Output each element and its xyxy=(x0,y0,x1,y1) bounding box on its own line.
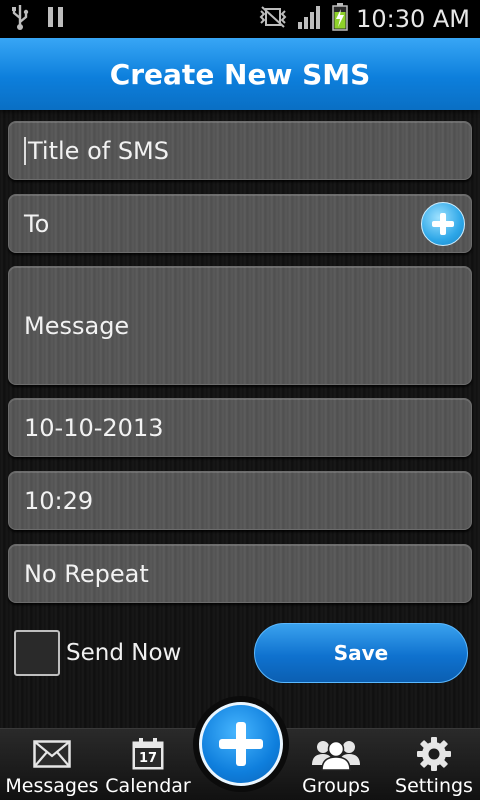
date-value: 10-10-2013 xyxy=(24,413,164,442)
date-field[interactable]: 10-10-2013 xyxy=(8,398,472,457)
tab-settings-label: Settings xyxy=(395,775,473,797)
add-sms-button[interactable] xyxy=(193,696,289,792)
battery-charging-icon xyxy=(332,2,348,36)
text-cursor xyxy=(24,136,26,165)
usb-icon xyxy=(10,4,30,35)
header-bar: Create New SMS xyxy=(0,38,480,110)
tab-settings[interactable]: Settings xyxy=(388,729,480,800)
status-right: 10:30 AM xyxy=(258,2,470,36)
repeat-selector[interactable]: No Repeat xyxy=(8,544,472,603)
time-value: 10:29 xyxy=(24,486,94,515)
status-bar: 10:30 AM xyxy=(0,0,480,38)
envelope-icon xyxy=(33,733,71,775)
message-field[interactable]: Message xyxy=(8,266,472,385)
groups-icon xyxy=(311,733,361,775)
send-now-checkbox[interactable] xyxy=(14,630,60,676)
to-label: To xyxy=(24,209,50,238)
tab-messages-label: Messages xyxy=(5,775,99,797)
tab-messages[interactable]: Messages xyxy=(0,729,104,800)
plus-icon xyxy=(199,702,283,786)
repeat-value: No Repeat xyxy=(24,559,149,588)
title-input[interactable]: Title of SMS xyxy=(8,121,472,180)
vibrate-off-icon xyxy=(258,5,288,34)
status-left xyxy=(10,4,66,35)
add-contact-icon[interactable] xyxy=(421,201,465,246)
title-placeholder: Title of SMS xyxy=(28,136,169,165)
calendar-icon: 17 xyxy=(131,733,165,775)
save-button[interactable]: Save xyxy=(254,623,468,683)
time-field[interactable]: 10:29 xyxy=(8,471,472,530)
tab-calendar-label: Calendar xyxy=(105,775,191,797)
tab-calendar[interactable]: 17 Calendar xyxy=(104,729,192,800)
calendar-day: 17 xyxy=(138,751,158,766)
tab-groups-label: Groups xyxy=(302,775,370,797)
gear-icon xyxy=(416,733,452,775)
tab-groups[interactable]: Groups xyxy=(292,729,380,800)
signal-icon xyxy=(296,4,324,35)
page-title: Create New SMS xyxy=(109,57,371,91)
pause-icon xyxy=(46,5,66,34)
status-time: 10:30 AM xyxy=(356,5,470,33)
message-label: Message xyxy=(24,311,130,340)
send-now-label: Send Now xyxy=(66,640,182,666)
to-field[interactable]: To xyxy=(8,194,472,253)
